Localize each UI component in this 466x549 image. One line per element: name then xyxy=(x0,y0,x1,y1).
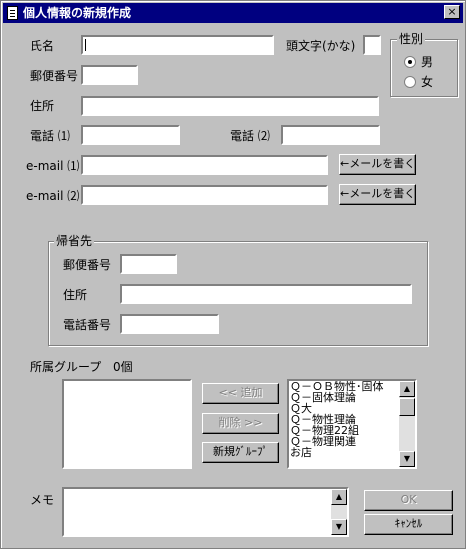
memo-field[interactable]: ▲ ▼ xyxy=(62,487,349,537)
phone2-field[interactable] xyxy=(281,125,380,145)
dialog-window: 個人情報の新規作成 × 氏名 頭文字(かな) 性別 男 女 郵便番号 住所 電話… xyxy=(0,0,466,549)
add-group-button[interactable]: << 追加 xyxy=(202,383,279,404)
gender-male-label: 男 xyxy=(421,55,434,69)
list-item[interactable]: お店 xyxy=(289,447,415,458)
cancel-button[interactable]: ｷｬﾝｾﾙ xyxy=(364,514,453,535)
new-group-button[interactable]: 新規ｸﾞﾙｰﾌﾟ xyxy=(202,442,279,463)
scroll-up-icon[interactable]: ▲ xyxy=(399,381,415,397)
email1-label: e-mail ⑴ xyxy=(26,159,80,173)
scroll-thumb[interactable] xyxy=(399,398,415,416)
title-bar[interactable]: 個人情報の新規作成 × xyxy=(3,3,463,23)
gender-title: 性別 xyxy=(397,32,426,46)
home-title: 帰省先 xyxy=(54,234,95,248)
address-label: 住所 xyxy=(30,99,55,113)
radio-empty-icon xyxy=(404,75,416,88)
write-mail2-button[interactable]: ←メールを書く xyxy=(339,184,416,205)
email1-field[interactable] xyxy=(81,155,328,175)
home-phone-label: 電話番号 xyxy=(63,318,112,332)
postal-label: 郵便番号 xyxy=(30,69,79,83)
close-button[interactable]: × xyxy=(444,5,460,19)
home-address-label: 住所 xyxy=(63,288,88,302)
kana-field[interactable] xyxy=(363,35,381,55)
gender-female-label: 女 xyxy=(421,75,434,89)
address-field[interactable] xyxy=(81,96,379,116)
home-postal-field[interactable] xyxy=(120,254,177,274)
home-address-field[interactable] xyxy=(120,284,412,304)
groups-count: 0個 xyxy=(113,360,133,374)
memo-label: メモ xyxy=(30,493,55,507)
name-label: 氏名 xyxy=(30,39,55,53)
phone1-label: 電話 ⑴ xyxy=(30,129,70,143)
memo-scrollbar[interactable]: ▲ ▼ xyxy=(331,489,347,535)
groups-label: 所属グループ xyxy=(30,360,102,374)
radio-selected-icon xyxy=(404,55,416,68)
document-icon xyxy=(7,6,18,20)
kana-label: 頭文字(かな) xyxy=(286,39,356,53)
member-groups-list[interactable] xyxy=(62,379,192,469)
window-title: 個人情報の新規作成 xyxy=(23,6,132,20)
remove-group-button[interactable]: 削除 >> xyxy=(202,413,279,434)
email2-label: e-mail ⑵ xyxy=(26,189,80,203)
scroll-up-icon[interactable]: ▲ xyxy=(331,489,347,505)
postal-field[interactable] xyxy=(81,65,138,85)
phone2-label: 電話 ⑵ xyxy=(230,129,270,143)
ok-button[interactable]: OK xyxy=(364,490,453,511)
available-groups-list[interactable]: Ｑ－ＯＢ物性･固体 Ｑ－固体理論 Ｑ大 Ｑ－物性理論 Ｑ－物理22組 Ｑ－物理関… xyxy=(287,379,417,469)
home-phone-field[interactable] xyxy=(120,314,219,334)
scroll-down-icon[interactable]: ▼ xyxy=(399,451,415,467)
email2-field[interactable] xyxy=(81,185,328,205)
scroll-down-icon[interactable]: ▼ xyxy=(331,519,347,535)
groups-scrollbar[interactable]: ▲ ▼ xyxy=(399,381,415,467)
gender-female-radio[interactable]: 女 xyxy=(404,75,433,89)
name-field[interactable] xyxy=(81,35,274,55)
phone1-field[interactable] xyxy=(81,125,180,145)
write-mail1-button[interactable]: ←メールを書く xyxy=(339,154,416,175)
home-postal-label: 郵便番号 xyxy=(63,258,112,272)
gender-male-radio[interactable]: 男 xyxy=(404,55,433,69)
